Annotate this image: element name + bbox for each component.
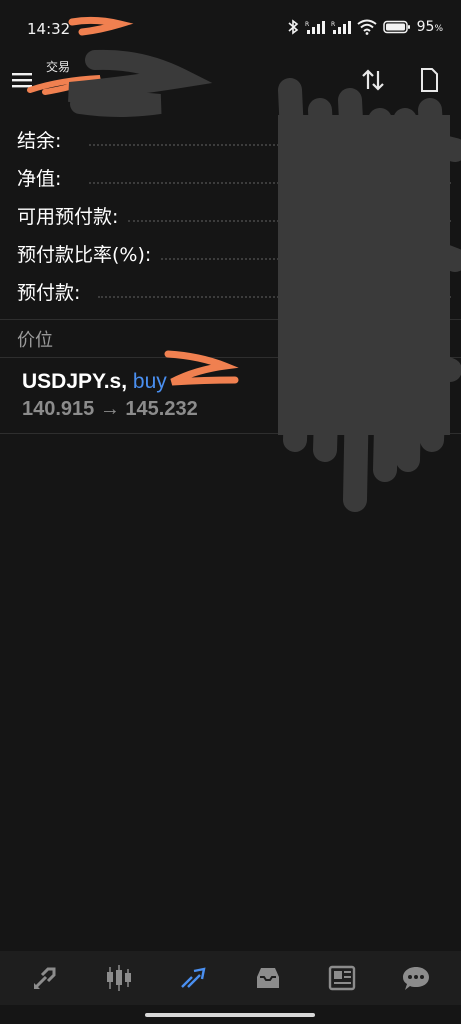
position-prices: 140.915 → 145.232	[22, 398, 198, 421]
news-icon	[328, 965, 355, 991]
nav-news[interactable]	[322, 958, 362, 998]
nav-chart[interactable]	[99, 958, 139, 998]
balance-label: 结余:	[17, 129, 62, 152]
battery-icon	[382, 20, 410, 34]
quotes-icon	[34, 967, 56, 989]
current-price: 145.232	[125, 398, 198, 420]
equity-row: 净值:	[0, 158, 461, 196]
wifi-icon	[356, 19, 377, 35]
chart-icon	[107, 965, 132, 991]
sort-button[interactable]	[358, 65, 388, 95]
divider	[0, 319, 461, 320]
position-item[interactable]: USDJPY.s, buy 140.915 → 145.232	[0, 360, 461, 434]
equity-label: 净值:	[17, 167, 62, 190]
history-icon	[256, 968, 279, 988]
margin-row: 预付款:	[0, 272, 461, 310]
status-time: 14:32	[27, 20, 71, 38]
svg-text:R: R	[331, 21, 335, 28]
positions-header: 价位	[17, 330, 53, 351]
position-symbol: USDJPY.s,	[22, 370, 128, 393]
status-bar: 14:32 R R 95%	[0, 0, 461, 60]
signal-strength-2-icon: R	[331, 21, 351, 34]
leader-dots	[89, 144, 451, 146]
arrow-icon: →	[99, 398, 120, 420]
bluetooth-icon	[288, 19, 298, 35]
app-bar: 交易	[0, 55, 461, 105]
signal-strength-1-icon: R	[305, 21, 325, 34]
leader-dots	[98, 296, 451, 298]
hamburger-menu-icon	[12, 73, 32, 88]
battery-percent: 95%	[416, 19, 443, 35]
leader-dots	[161, 258, 451, 260]
nav-history[interactable]	[248, 958, 288, 998]
margin-level-row: 预付款比率(%):	[0, 234, 461, 272]
bottom-navigation	[0, 951, 461, 1005]
menu-button[interactable]	[10, 67, 36, 93]
leader-dots	[128, 220, 451, 222]
account-summary: 结余: 净值: 可用预付款: 预付款比率(%): 预付款:	[0, 120, 461, 310]
balance-row: 结余:	[0, 120, 461, 158]
trade-icon	[181, 967, 206, 988]
open-price: 140.915	[22, 398, 95, 420]
leader-dots	[89, 182, 451, 184]
nav-quotes[interactable]	[25, 958, 65, 998]
free-margin-row: 可用预付款:	[0, 196, 461, 234]
new-order-icon	[421, 68, 438, 92]
nav-messages[interactable]	[396, 958, 436, 998]
home-indicator[interactable]	[145, 1013, 315, 1017]
margin-level-label: 预付款比率(%):	[17, 243, 152, 266]
position-type: buy	[132, 370, 167, 393]
nav-trade[interactable]	[173, 958, 213, 998]
sort-arrows-icon	[362, 69, 384, 91]
divider	[0, 357, 461, 358]
free-margin-label: 可用预付款:	[17, 205, 119, 228]
status-icons: R R 95%	[287, 19, 443, 35]
page-title: 交易	[46, 60, 71, 74]
margin-label: 预付款:	[17, 281, 81, 304]
messages-icon	[402, 967, 429, 990]
position-title: USDJPY.s, buy	[22, 370, 167, 394]
new-order-button[interactable]	[414, 65, 444, 95]
svg-text:R: R	[305, 21, 309, 28]
divider	[0, 433, 461, 434]
